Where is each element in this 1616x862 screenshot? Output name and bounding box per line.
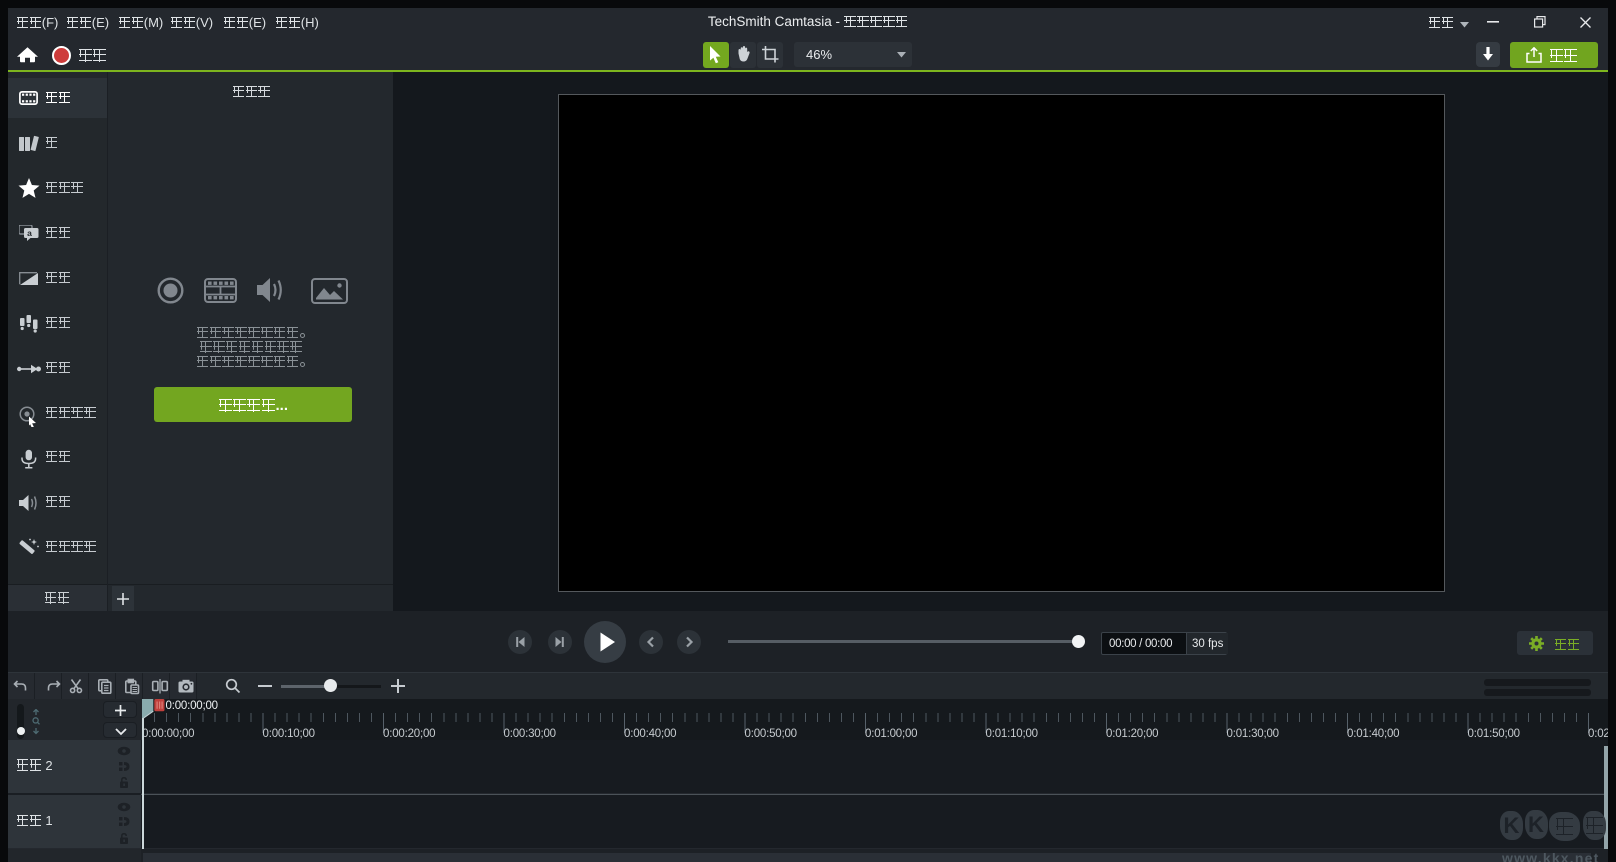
svg-text:a: a [27,228,32,238]
